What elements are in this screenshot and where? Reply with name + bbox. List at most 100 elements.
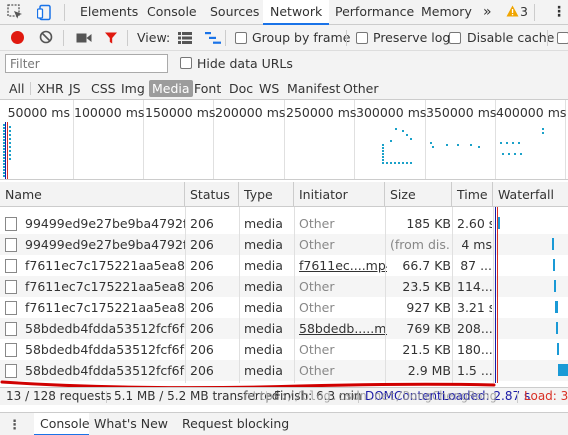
table-header: Name Status Type Initiator Size Time Wat… — [0, 182, 568, 207]
request-time: 114... — [457, 279, 492, 294]
drawer-tab-request-blocking[interactable]: Request blocking — [182, 416, 289, 431]
request-status: 206 — [190, 237, 214, 252]
table-row[interactable]: f7611ec7c175221aa5ea8d2... 206 media Oth… — [0, 276, 568, 297]
tab-sources[interactable]: Sources — [210, 0, 259, 25]
group-by-frame-checkbox[interactable] — [235, 32, 247, 44]
filter-funnel-icon[interactable] — [104, 31, 118, 48]
overview-request-mark — [9, 150, 11, 152]
overview-load-marker — [7, 122, 8, 179]
request-time: 208... — [457, 321, 492, 336]
request-initiator-link[interactable]: 58bdedb.....m... — [299, 318, 387, 339]
clear-icon[interactable] — [39, 30, 53, 47]
request-name[interactable]: f7611ec7c175221aa5ea8d2... — [5, 297, 185, 318]
waterfall-bar[interactable] — [556, 322, 558, 334]
tab-console[interactable]: Console — [147, 0, 197, 25]
hide-data-urls-checkbox[interactable] — [180, 57, 192, 69]
offline-checkbox[interactable] — [557, 32, 568, 44]
waterfall-bar[interactable] — [552, 238, 554, 250]
overview-tick-label: 150000 ms — [145, 105, 216, 120]
drawer-tab-console[interactable]: Console — [40, 416, 90, 431]
type-all[interactable]: All — [6, 80, 28, 97]
waterfall-view-icon[interactable] — [205, 32, 221, 47]
type-other[interactable]: Other — [340, 80, 382, 97]
drawer-tab-whats-new[interactable]: What's New — [94, 416, 168, 431]
overview-request-mark — [382, 153, 384, 155]
overview-tick-label: 300000 ms — [356, 105, 427, 120]
col-size-header[interactable]: Size — [385, 182, 452, 207]
overview-request-mark — [394, 162, 396, 164]
type-manifest[interactable]: Manifest — [284, 80, 343, 97]
overview-request-mark — [457, 144, 459, 146]
overview-request-mark — [406, 162, 408, 164]
overview-request-mark — [432, 146, 434, 148]
request-name[interactable]: 58bdedb4fdda53512fcf6f9f... — [5, 339, 185, 360]
type-media[interactable]: Media — [149, 80, 193, 97]
col-name-header[interactable]: Name — [0, 182, 185, 207]
overview-request-mark — [9, 134, 11, 136]
preserve-log-checkbox[interactable] — [356, 32, 368, 44]
type-doc[interactable]: Doc — [226, 80, 256, 97]
record-button[interactable] — [11, 31, 24, 44]
tab-memory[interactable]: Memory — [421, 0, 472, 25]
table-row[interactable]: 99499ed9e27be9ba4792f7... 206 media Othe… — [0, 213, 568, 234]
waterfall-bar[interactable] — [557, 343, 559, 355]
filter-input[interactable] — [5, 54, 168, 73]
separator — [64, 4, 65, 21]
request-name[interactable]: 99499ed9e27be9ba4792f7... — [5, 234, 185, 255]
tab-elements[interactable]: Elements — [80, 0, 138, 25]
request-name[interactable]: f7611ec7c175221aa5ea8d2... — [5, 276, 185, 297]
timeline-overview[interactable]: 50000 ms 100000 ms 150000 ms 200000 ms 2… — [0, 100, 568, 180]
more-options-icon[interactable]: ⋮ — [552, 0, 566, 25]
disable-cache-checkbox[interactable] — [449, 32, 461, 44]
request-name[interactable]: 58bdedb4fdda53512fcf6f9f... — [5, 318, 185, 339]
request-initiator: Other — [299, 237, 335, 252]
table-row[interactable]: 58bdedb4fdda53512fcf6f9f... 206 media Ot… — [0, 339, 568, 360]
waterfall-domcontent-line — [495, 207, 496, 383]
request-status: 206 — [190, 300, 214, 315]
type-css[interactable]: CSS — [88, 80, 119, 97]
request-initiator: Other — [299, 300, 335, 315]
more-tabs-button[interactable]: » — [483, 0, 492, 25]
overview-request-mark — [402, 130, 404, 132]
camera-icon[interactable] — [76, 32, 92, 47]
tab-network[interactable]: Network — [263, 0, 330, 25]
status-summary: 13 / 128 requests 5.1 MB / 5.2 MB transf… — [0, 387, 568, 405]
waterfall-bar[interactable] — [554, 280, 556, 292]
overview-request-mark — [478, 146, 480, 148]
waterfall-bar[interactable] — [498, 217, 500, 229]
col-time-header[interactable]: Time — [452, 182, 493, 207]
waterfall-bar[interactable] — [558, 364, 568, 376]
drawer-menu-icon[interactable]: ⋮ — [8, 418, 21, 433]
request-name[interactable]: f7611ec7c175221aa5ea8d2... — [5, 255, 185, 276]
requests-table: Name Status Type Initiator Size Time Wat… — [0, 182, 568, 383]
large-rows-icon[interactable] — [178, 32, 192, 47]
type-font[interactable]: Font — [191, 80, 224, 97]
overview-request-mark — [390, 140, 392, 142]
col-status-header[interactable]: Status — [185, 182, 239, 207]
type-img[interactable]: Img — [118, 80, 148, 97]
table-row[interactable]: f7611ec7c175221aa5ea8d2... 206 media Oth… — [0, 297, 568, 318]
table-row[interactable]: 99499ed9e27be9ba4792f7... 206 media Othe… — [0, 234, 568, 255]
col-initiator-header[interactable]: Initiator — [294, 182, 385, 207]
overview-tick-label: 50000 ms — [7, 105, 70, 120]
request-name[interactable]: 99499ed9e27be9ba4792f7... — [5, 213, 185, 234]
request-initiator-link[interactable]: f7611ec....mp4 — [299, 255, 387, 276]
col-type-header[interactable]: Type — [239, 182, 294, 207]
device-toolbar-icon[interactable] — [36, 4, 53, 24]
overview-request-mark — [410, 162, 412, 164]
type-xhr[interactable]: XHR — [34, 80, 67, 97]
tab-performance[interactable]: Performance — [335, 0, 414, 25]
overview-request-mark — [542, 128, 544, 130]
table-row[interactable]: 58bdedb4fdda53512fcf6f9f... 206 media 58… — [0, 318, 568, 339]
separator — [30, 82, 31, 95]
load-time: Load: 3. — [524, 389, 568, 403]
inspect-element-icon[interactable] — [7, 4, 24, 24]
type-js[interactable]: JS — [66, 80, 84, 97]
waterfall-bar[interactable] — [553, 259, 555, 271]
waterfall-bar[interactable] — [555, 301, 558, 313]
disable-cache-label: Disable cache — [467, 30, 555, 45]
col-waterfall-header[interactable]: Waterfall — [493, 182, 568, 207]
type-ws[interactable]: WS — [256, 80, 282, 97]
table-row[interactable]: f7611ec7c175221aa5ea8d2... 206 media f76… — [0, 255, 568, 276]
warning-icon[interactable] — [506, 5, 519, 20]
